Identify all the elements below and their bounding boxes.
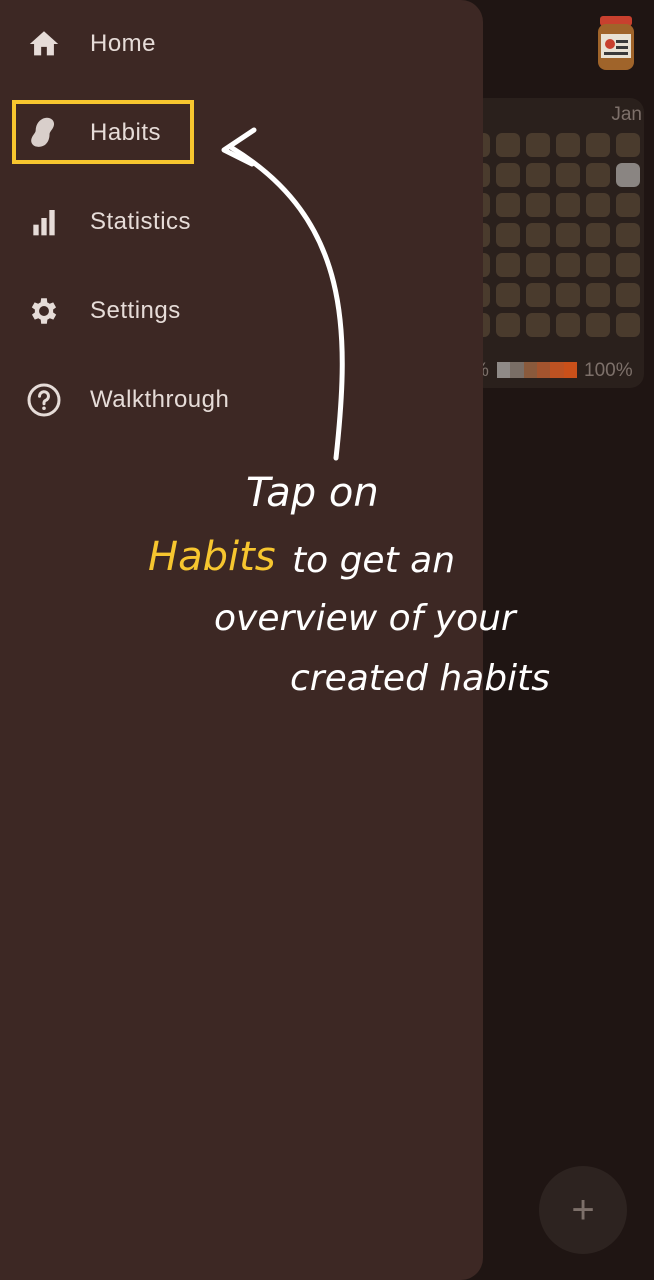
add-habit-button[interactable]: + <box>539 1166 627 1254</box>
help-circle-icon <box>26 382 62 418</box>
heatmap-cell <box>616 283 640 307</box>
heatmap-cell <box>556 193 580 217</box>
heatmap-cell <box>496 223 520 247</box>
heatmap-cell <box>526 313 550 337</box>
heatmap-cell <box>496 283 520 307</box>
nav-label-settings: Settings <box>90 297 181 324</box>
nav-item-statistics[interactable]: Statistics <box>0 190 460 254</box>
heatmap-cell <box>616 313 640 337</box>
heatmap-cell <box>526 223 550 247</box>
annotation-line-3: overview of your <box>214 598 516 639</box>
nav-item-walkthrough[interactable]: Walkthrough <box>0 368 460 432</box>
heatmap-cell <box>526 193 550 217</box>
heatmap-cell <box>586 313 610 337</box>
annotation-highlight-word: Habits <box>148 534 276 580</box>
heatmap-cell <box>586 223 610 247</box>
gear-icon <box>26 293 62 329</box>
heatmap-cell <box>496 133 520 157</box>
heatmap-cell <box>586 283 610 307</box>
heatmap-cell <box>556 253 580 277</box>
heatmap-cell <box>526 133 550 157</box>
annotation-line-2: to get an <box>292 540 456 581</box>
annotation-line-1: Tap on <box>246 470 379 516</box>
nav-label-statistics: Statistics <box>90 208 192 235</box>
navigation-drawer: Home Habits Statistics Settings Walkthro… <box>0 0 483 1280</box>
heatmap-cell <box>616 193 640 217</box>
heatmap-cell <box>616 163 640 187</box>
heatmap-cell <box>526 253 550 277</box>
nav-label-home: Home <box>90 30 157 57</box>
nav-label-walkthrough: Walkthrough <box>90 386 230 413</box>
heatmap-cell <box>496 253 520 277</box>
peanut-butter-jar-icon[interactable] <box>594 14 638 74</box>
legend-max-label: 100% <box>584 360 633 381</box>
heatmap-cell <box>526 283 550 307</box>
heatmap-cell <box>556 133 580 157</box>
highlight-box <box>12 100 194 164</box>
heatmap-cell <box>586 193 610 217</box>
heatmap-cell <box>496 193 520 217</box>
heatmap-cell <box>526 163 550 187</box>
month-label: Jan <box>611 104 642 125</box>
heatmap-cell <box>556 313 580 337</box>
nav-item-home[interactable]: Home <box>0 12 460 76</box>
home-icon <box>26 26 62 62</box>
heatmap-cell <box>556 283 580 307</box>
annotation-line-4: created habits <box>290 658 550 699</box>
heatmap-cell <box>586 163 610 187</box>
heatmap-cell <box>616 223 640 247</box>
heatmap-cell <box>496 313 520 337</box>
bar-chart-icon <box>26 204 62 240</box>
heatmap-cell <box>556 223 580 247</box>
heatmap-cell <box>586 253 610 277</box>
heatmap-cell <box>616 253 640 277</box>
heatmap-cell <box>556 163 580 187</box>
legend-gradient <box>497 362 577 378</box>
heatmap-cell <box>496 163 520 187</box>
nav-item-settings[interactable]: Settings <box>0 279 460 343</box>
heatmap-cell <box>586 133 610 157</box>
heatmap-cell <box>616 133 640 157</box>
